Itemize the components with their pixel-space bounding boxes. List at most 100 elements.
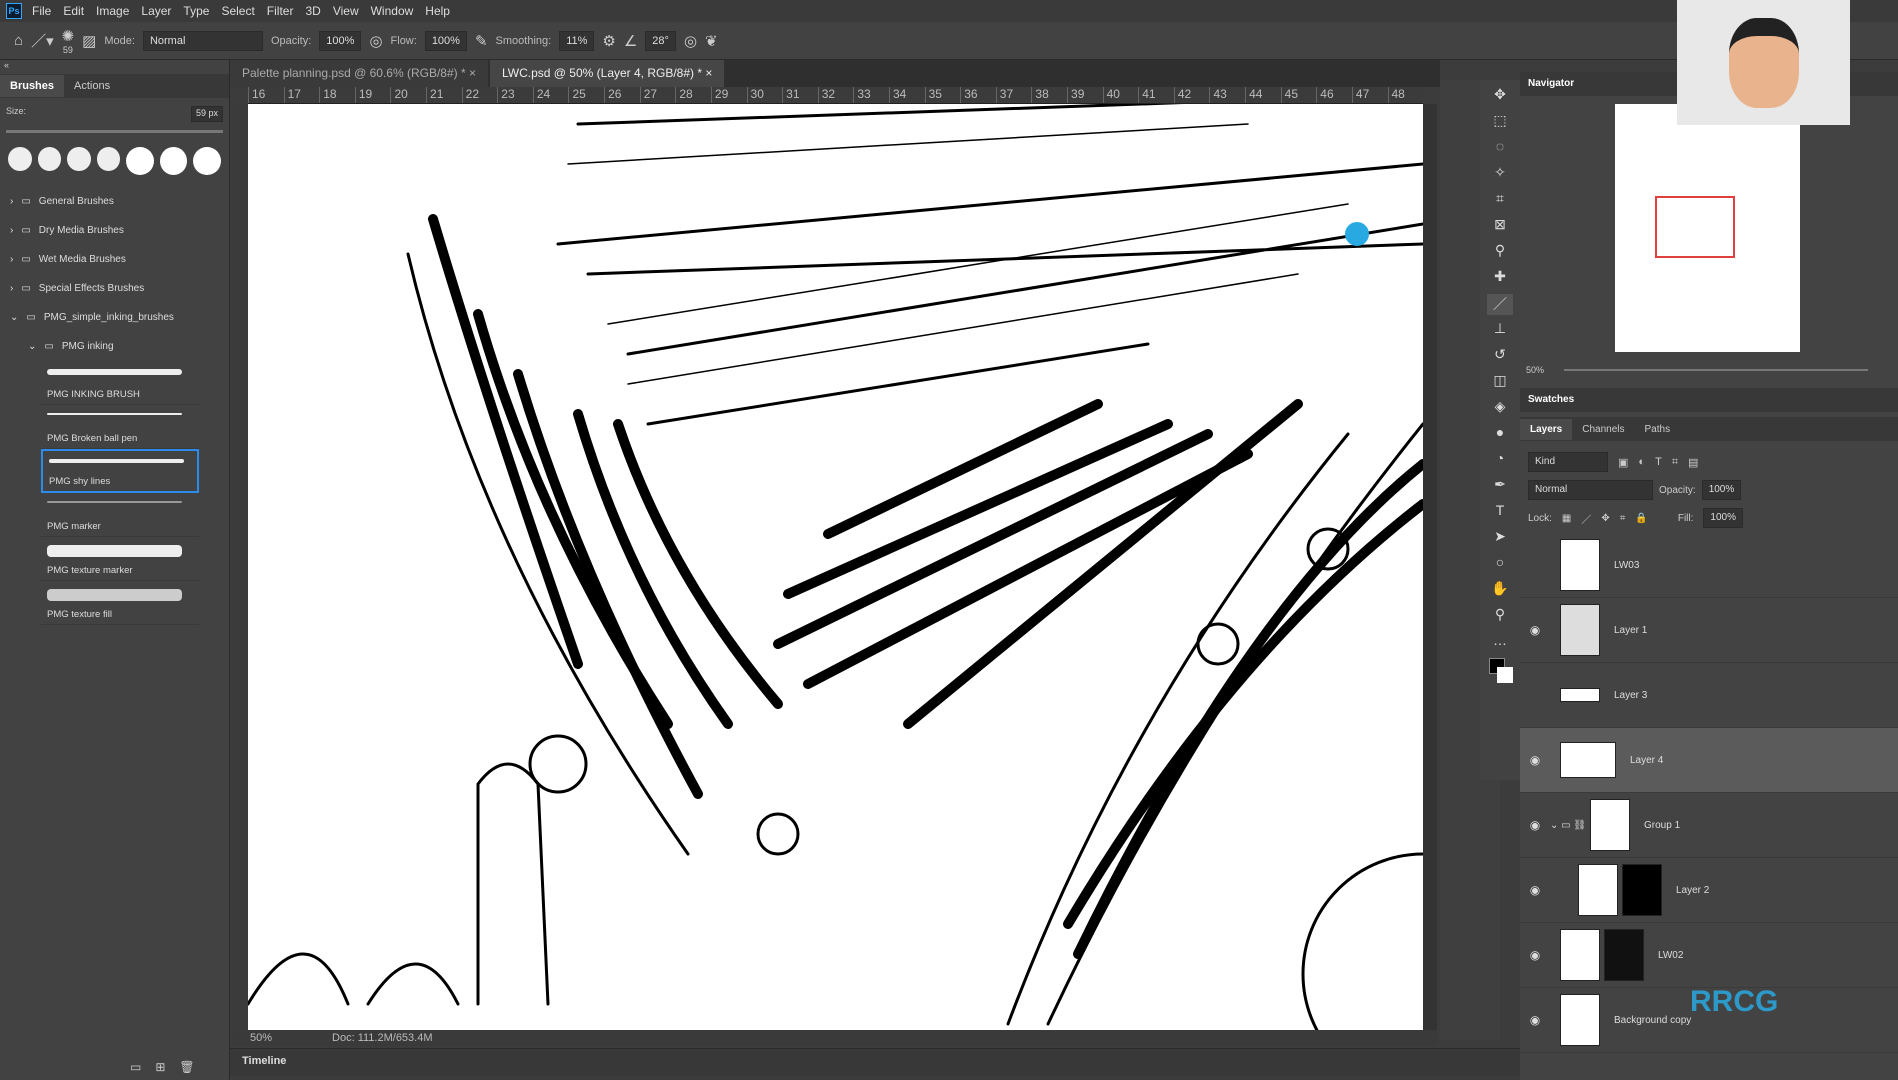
brush-folder[interactable]: ⌄ ▭ PMG inking	[0, 332, 229, 361]
brush-preset[interactable]	[96, 147, 121, 171]
brush-folder[interactable]: › ▭ Wet Media Brushes	[0, 245, 229, 274]
layer-row[interactable]: ◉ Layer 2	[1520, 858, 1898, 923]
lock-paint-icon[interactable]: ／	[1581, 511, 1591, 526]
eye-icon[interactable]: ◉	[1520, 948, 1550, 962]
layer-group-row[interactable]: ◉ ⌄ ▭ ⛓ Group 1	[1520, 793, 1898, 858]
bucket-icon[interactable]: ◈	[1495, 398, 1506, 419]
brush-tool-icon[interactable]: ／▾	[31, 30, 54, 51]
eraser-icon[interactable]: ◫	[1493, 372, 1506, 393]
move-tool-icon[interactable]: ✥	[1494, 86, 1506, 107]
navigator-view-box[interactable]	[1655, 196, 1735, 258]
eye-icon[interactable]: ◉	[1520, 753, 1550, 767]
zoom-level[interactable]: 50%	[250, 1032, 272, 1044]
collapse-icon[interactable]: «	[0, 60, 229, 74]
pressure-opacity-icon[interactable]: ◎	[369, 32, 382, 50]
smoothing-field[interactable]: 11%	[559, 30, 595, 51]
stamp-tool-icon[interactable]: ⊥	[1494, 320, 1506, 341]
shape-tool-icon[interactable]: ○	[1496, 554, 1504, 575]
brush-item[interactable]: PMG shy lines	[41, 449, 199, 493]
vertical-scrollbar[interactable]	[1423, 104, 1437, 1030]
layer-mask-thumbnail[interactable]	[1604, 929, 1644, 981]
folder-icon[interactable]: ⌄ ▭ ⛓	[1550, 820, 1590, 831]
menu-view[interactable]: View	[333, 4, 359, 18]
flow-field[interactable]: 100%	[424, 30, 467, 51]
more-tools-icon[interactable]: …	[1493, 632, 1507, 653]
eye-icon[interactable]: ◉	[1520, 1013, 1550, 1027]
canvas[interactable]	[248, 104, 1423, 1030]
tab-palette-planning[interactable]: Palette planning.psd @ 60.6% (RGB/8#) * …	[230, 60, 488, 87]
menu-file[interactable]: File	[32, 4, 51, 18]
filter-smart-icon[interactable]: ▤	[1688, 456, 1698, 469]
menu-3d[interactable]: 3D	[305, 4, 320, 18]
eyedropper-icon[interactable]: ⚲	[1495, 242, 1505, 263]
lock-pixels-icon[interactable]: ▦	[1562, 513, 1571, 524]
brush-folder[interactable]: › ▭ Special Effects Brushes	[0, 274, 229, 303]
tab-layers[interactable]: Layers	[1520, 418, 1573, 440]
tab-lwc[interactable]: LWC.psd @ 50% (Layer 4, RGB/8#) * ×	[490, 60, 725, 87]
blend-mode-select[interactable]: Normal	[1528, 480, 1653, 500]
eye-icon[interactable]: ◉	[1520, 623, 1550, 637]
swatches-title[interactable]: Swatches	[1520, 388, 1898, 412]
tab-actions[interactable]: Actions	[64, 75, 120, 97]
layer-row[interactable]: ◉ Layer 1	[1520, 598, 1898, 663]
lock-position-icon[interactable]: ✥	[1601, 513, 1609, 524]
layer-mask-thumbnail[interactable]	[1622, 864, 1662, 916]
symmetry-icon[interactable]: ❦	[705, 32, 718, 50]
tab-channels[interactable]: Channels	[1572, 419, 1634, 440]
angle-field[interactable]: 28°	[645, 30, 676, 51]
navigator-zoom-slider[interactable]	[1564, 369, 1868, 371]
menu-image[interactable]: Image	[96, 4, 129, 18]
brush-settings-icon[interactable]: ▨	[82, 32, 96, 50]
history-brush-icon[interactable]: ↺	[1494, 346, 1506, 367]
brush-preset[interactable]	[67, 147, 91, 171]
lasso-tool-icon[interactable]: ◌	[1496, 138, 1504, 159]
fill-field[interactable]: 100%	[1703, 508, 1743, 528]
mode-select[interactable]: Normal	[142, 30, 263, 51]
brush-item[interactable]: PMG texture fill	[41, 581, 199, 625]
marquee-tool-icon[interactable]: ⬚	[1493, 112, 1506, 133]
gear-icon[interactable]: ⚙	[602, 32, 615, 50]
type-tool-icon[interactable]: T	[1496, 502, 1505, 523]
airbrush-icon[interactable]: ✎	[475, 32, 488, 50]
layer-row[interactable]: Layer 3	[1520, 663, 1898, 728]
menu-window[interactable]: Window	[371, 4, 414, 18]
opacity-field[interactable]: 100%	[319, 30, 362, 51]
lock-all-icon[interactable]: 🔒	[1635, 513, 1647, 524]
tab-brushes[interactable]: Brushes	[0, 75, 65, 97]
eye-icon[interactable]: ◉	[1520, 818, 1550, 832]
brush-preset[interactable]	[126, 147, 154, 175]
menu-help[interactable]: Help	[425, 4, 450, 18]
brush-folder[interactable]: ⌄ ▭ PMG_simple_inking_brushes	[0, 303, 229, 332]
brush-preset[interactable]	[37, 147, 62, 171]
brush-tool-icon[interactable]: ／	[1487, 294, 1513, 315]
layer-row[interactable]: LW03	[1520, 533, 1898, 598]
filter-pixel-icon[interactable]: ▣	[1618, 456, 1628, 469]
zoom-tool-icon[interactable]: ⚲	[1495, 606, 1505, 627]
home-icon[interactable]: ⌂	[14, 32, 23, 49]
close-icon[interactable]: ×	[469, 66, 476, 80]
brush-item[interactable]: PMG texture marker	[41, 537, 199, 581]
filter-adjust-icon[interactable]: ◐	[1638, 456, 1645, 468]
navigator-zoom[interactable]: 50%	[1526, 365, 1544, 375]
magic-wand-icon[interactable]: ✧	[1494, 164, 1506, 185]
path-select-icon[interactable]: ➤	[1494, 528, 1506, 549]
dodge-icon[interactable]: ◔	[1496, 450, 1504, 471]
brush-preset[interactable]	[193, 147, 221, 175]
color-swatches[interactable]	[1487, 658, 1513, 686]
brush-item[interactable]: PMG marker	[41, 493, 199, 537]
lock-artboard-icon[interactable]: ⌗	[1620, 513, 1626, 524]
menu-select[interactable]: Select	[221, 4, 254, 18]
close-icon[interactable]: ×	[705, 66, 712, 80]
layer-row-selected[interactable]: ◉ Layer 4	[1520, 728, 1898, 793]
healing-brush-icon[interactable]: ✚	[1494, 268, 1506, 289]
brush-preset[interactable]	[8, 147, 32, 171]
brush-folder[interactable]: › ▭ General Brushes	[0, 187, 229, 216]
new-folder-icon[interactable]: ▭	[130, 1060, 141, 1074]
eye-icon[interactable]: ◉	[1520, 883, 1550, 897]
frame-tool-icon[interactable]: ⊠	[1494, 216, 1506, 237]
filter-shape-icon[interactable]: ⌗	[1672, 456, 1678, 469]
filter-type-icon[interactable]: T	[1655, 456, 1662, 468]
new-brush-icon[interactable]: ⊞	[155, 1060, 165, 1074]
trash-icon[interactable]: 🗑	[179, 1060, 194, 1074]
menu-type[interactable]: Type	[183, 4, 209, 18]
